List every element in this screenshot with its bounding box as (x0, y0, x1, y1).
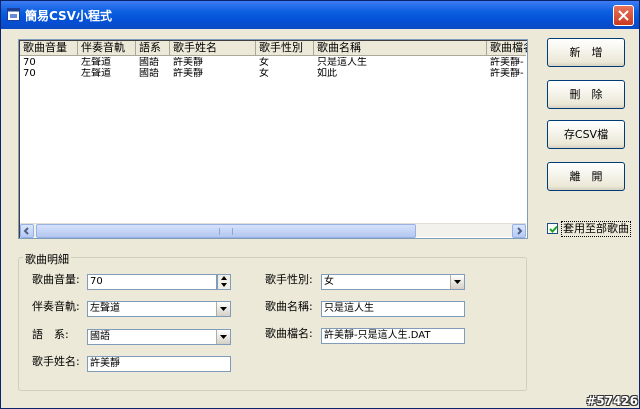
cell-gender: 女 (259, 57, 269, 68)
cell-volume: 70 (23, 57, 36, 68)
column-header[interactable]: 歌曲音量 (20, 41, 78, 56)
spin-down-button[interactable] (218, 282, 230, 289)
file-label: 歌曲檔名: (265, 327, 313, 340)
singer-label: 歌手姓名: (32, 355, 80, 368)
chevron-left-icon (23, 227, 29, 235)
cell-song: 只是這人生 (317, 57, 367, 68)
app-icon (7, 8, 20, 21)
dropdown-button[interactable] (216, 302, 230, 316)
cell-singer: 許美靜 (173, 57, 203, 68)
chevron-down-icon (220, 335, 227, 339)
file-input[interactable]: 許美靜-只是這人生.DAT (321, 328, 465, 344)
scroll-right-button[interactable] (512, 224, 526, 238)
dropdown-button[interactable] (216, 330, 230, 344)
scroll-thumb[interactable] (36, 224, 416, 238)
cell-file: 許美靜- (490, 57, 524, 68)
scroll-left-button[interactable] (20, 224, 34, 238)
table-row[interactable]: 70 左聲道 國語 許美靜 女 只是這人生 許美靜- (20, 57, 526, 68)
checkbox-box[interactable] (547, 223, 558, 234)
cell-file: 許美靜- (490, 68, 524, 79)
chevron-down-icon (454, 280, 461, 284)
singer-input[interactable]: 許美靜 (87, 356, 231, 372)
watermark: #57426 (586, 394, 638, 408)
window-title: 簡易CSV小程式 (25, 9, 112, 23)
track-label: 伴奏音軌: (32, 300, 80, 313)
column-header[interactable]: 伴奏音軌 (78, 41, 136, 56)
cell-singer: 許美靜 (173, 68, 203, 79)
column-header[interactable]: 歌手性別 (256, 41, 314, 56)
track-value: 左聲道 (90, 303, 120, 314)
column-header[interactable]: 歌曲檔名 (487, 41, 527, 56)
volume-input[interactable]: 70 (87, 274, 217, 290)
cell-language: 國語 (139, 57, 159, 68)
arrow-down-icon (221, 283, 227, 287)
gender-select[interactable]: 女 (321, 274, 465, 290)
language-value: 國語 (90, 331, 110, 342)
checkbox-label[interactable]: 套用至部歌曲 (561, 221, 631, 237)
cell-song: 如此 (317, 68, 337, 79)
list-header: 歌曲音量 伴奏音軌 語系 歌手姓名 歌手性別 歌曲名稱 歌曲檔名 (20, 41, 527, 56)
volume-label: 歌曲音量: (32, 273, 80, 286)
song-input[interactable]: 只是這人生 (321, 301, 465, 317)
save-csv-button[interactable]: 存CSV檔 (547, 120, 625, 149)
track-select[interactable]: 左聲道 (87, 301, 231, 317)
grip-icon (219, 228, 233, 235)
title-bar[interactable]: 簡易CSV小程式 (1, 1, 639, 29)
app-window: 簡易CSV小程式 歌曲音量 伴奏音軌 語系 歌手姓名 歌手性別 歌曲名稱 歌曲檔… (0, 0, 640, 409)
delete-button[interactable]: 刪 除 (547, 80, 625, 109)
column-header[interactable]: 歌曲名稱 (314, 41, 487, 56)
spin-up-button[interactable] (218, 275, 230, 282)
column-header[interactable]: 歌手姓名 (170, 41, 256, 56)
dropdown-button[interactable] (450, 275, 464, 289)
cell-volume: 70 (23, 68, 36, 79)
checkmark-icon (549, 225, 558, 233)
gender-value: 女 (324, 276, 334, 287)
group-title: 歌曲明細 (23, 251, 71, 267)
table-row[interactable]: 70 左聲道 國語 許美靜 女 如此 許美靜- (20, 68, 526, 79)
chevron-down-icon (220, 307, 227, 311)
horizontal-scrollbar[interactable] (20, 223, 526, 238)
exit-button[interactable]: 離 開 (547, 162, 625, 191)
cell-language: 國語 (139, 68, 159, 79)
close-icon (618, 10, 629, 21)
chevron-right-icon (517, 227, 523, 235)
song-label: 歌曲名稱: (265, 300, 313, 313)
language-select[interactable]: 國語 (87, 329, 231, 345)
column-header[interactable]: 語系 (136, 41, 170, 56)
song-list[interactable]: 歌曲音量 伴奏音軌 語系 歌手姓名 歌手性別 歌曲名稱 歌曲檔名 70 左聲道 … (18, 39, 528, 239)
arrow-up-icon (221, 276, 227, 280)
cell-gender: 女 (259, 68, 269, 79)
cell-track: 左聲道 (81, 68, 111, 79)
add-button[interactable]: 新 增 (547, 38, 625, 67)
cell-track: 左聲道 (81, 57, 111, 68)
language-label: 語 系: (32, 328, 69, 341)
volume-spinner[interactable] (217, 274, 231, 290)
close-button[interactable] (613, 5, 634, 26)
gender-label: 歌手性別: (265, 273, 313, 286)
